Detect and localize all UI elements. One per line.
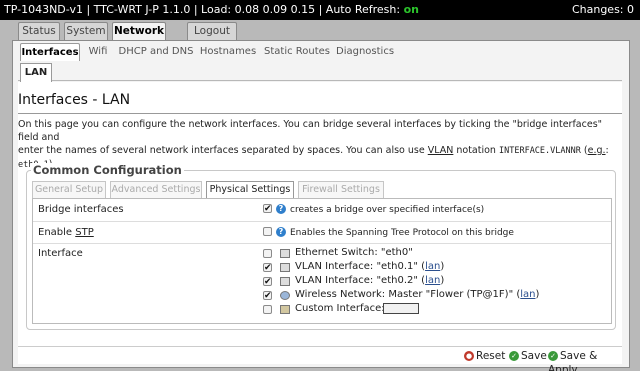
tab-firewall-settings[interactable]: Firewall Settings: [298, 181, 384, 198]
interface-checkbox-eth0-1[interactable]: ✔: [263, 263, 272, 273]
save-apply-icon: ✓: [548, 351, 558, 361]
interface-checkbox-wireless[interactable]: ✔: [263, 291, 272, 301]
content-area: Interfaces - LAN On this page you can co…: [18, 82, 622, 371]
tab-logout[interactable]: Logout: [187, 22, 237, 40]
stp-abbr: STP: [75, 227, 94, 238]
description-line: On this page you can configure the netwo…: [18, 119, 603, 143]
router-info: TP-1043ND-v1 | TTC-WRT J-P 1.1.0 | Load:…: [4, 3, 404, 16]
network-tabs: Interfaces Wifi DHCP and DNS Hostnames S…: [18, 43, 618, 61]
bridge-interfaces-label: Bridge interfaces: [38, 204, 124, 215]
interface-text: ): [535, 289, 540, 300]
ethernet-switch-icon: [280, 249, 290, 258]
wireless-icon: [280, 291, 290, 300]
section-legend: Common Configuration: [31, 163, 184, 177]
tab-network[interactable]: Network: [112, 22, 166, 41]
interface-checkbox-custom[interactable]: [263, 305, 272, 314]
save-apply-button[interactable]: ✓ Save & Apply: [548, 349, 622, 371]
changes-counter[interactable]: Changes: 0: [572, 0, 634, 20]
vlan-icon: [280, 277, 290, 286]
eg-abbr: e.g.: [587, 145, 606, 156]
enable-stp-label: Enable STP: [38, 227, 94, 238]
interface-label: Interface: [38, 248, 83, 259]
bridge-hint: creates a bridge over specified interfac…: [290, 205, 485, 215]
page-title: Interfaces - LAN: [18, 92, 622, 114]
save-icon: ✓: [509, 351, 519, 361]
auto-refresh-toggle[interactable]: on: [404, 3, 419, 16]
tab-hostnames[interactable]: Hostnames: [198, 43, 258, 61]
help-icon: ?: [276, 227, 286, 237]
help-icon: ?: [276, 204, 286, 214]
reset-icon: ●: [464, 351, 474, 361]
status-bar: TP-1043ND-v1 | TTC-WRT J-P 1.1.0 | Load:…: [0, 0, 640, 20]
interface-label-custom: Custom Interface:: [295, 303, 385, 314]
tab-system[interactable]: System: [64, 22, 108, 40]
interface-checkbox-eth0-2[interactable]: ✔: [263, 277, 272, 287]
enable-stp-row: Enable STP ? Enables the Spanning Tree P…: [33, 221, 611, 243]
tab-lan[interactable]: LAN: [20, 63, 52, 82]
interface-label-wireless: Wireless Network: Master "Flower (TP@1F)…: [295, 289, 539, 300]
interface-text: VLAN Interface: "eth0.2" (: [295, 275, 426, 286]
lan-link[interactable]: lan: [425, 275, 440, 286]
custom-interface-input[interactable]: [383, 303, 419, 314]
action-bar: ● Reset ✓ Save ✓ Save & Apply: [18, 346, 622, 371]
bridge-interfaces-checkbox[interactable]: ✔: [263, 204, 272, 214]
enable-stp-prefix: Enable: [38, 227, 76, 238]
tab-status[interactable]: Status: [18, 22, 60, 40]
interface-text: VLAN Interface: "eth0.1" (: [295, 261, 426, 272]
description-text: (: [580, 145, 588, 156]
tab-dhcp-dns[interactable]: DHCP and DNS: [118, 43, 194, 61]
save-label: Save: [521, 350, 547, 362]
save-button[interactable]: ✓ Save: [509, 349, 547, 363]
enable-stp-checkbox[interactable]: [263, 227, 272, 236]
reset-label: Reset: [476, 350, 506, 362]
interface-checkbox-eth0[interactable]: [263, 249, 272, 258]
description-line: enter the names of several network inter…: [18, 144, 622, 158]
tab-advanced-settings[interactable]: Advanced Settings: [110, 181, 202, 198]
interface-text: ): [440, 275, 445, 286]
interface-label-eth0-1: VLAN Interface: "eth0.1" (lan): [295, 261, 444, 272]
tab-static-routes[interactable]: Static Routes: [264, 43, 330, 61]
interface-label-eth0: Ethernet Switch: "eth0": [295, 247, 413, 258]
interface-tabs: LAN: [18, 61, 622, 82]
bridge-interfaces-row: Bridge interfaces ✔ ? creates a bridge o…: [33, 199, 611, 221]
main-tabs: Status System Network Logout: [0, 22, 640, 41]
description-text: enter the names of several network inter…: [18, 145, 428, 156]
tab-interfaces[interactable]: Interfaces: [20, 43, 80, 61]
lan-link[interactable]: lan: [425, 261, 440, 272]
vlan-icon: [280, 263, 290, 272]
tab-physical-settings[interactable]: Physical Settings: [206, 181, 294, 198]
stp-hint: Enables the Spanning Tree Protocol on th…: [290, 228, 514, 238]
interface-row: Interface Ethernet Switch: "eth0" ✔ VLAN…: [33, 243, 611, 325]
reset-button[interactable]: ● Reset: [464, 349, 505, 363]
description-text: :: [605, 145, 609, 156]
physical-settings-panel: Bridge interfaces ✔ ? creates a bridge o…: [32, 198, 612, 324]
tab-diagnostics[interactable]: Diagnostics: [336, 43, 394, 61]
tab-general-setup[interactable]: General Setup: [32, 181, 106, 198]
interface-text: Wireless Network: Master "Flower (TP@1F)…: [295, 289, 521, 300]
interface-text: ): [440, 261, 445, 272]
vlan-notation: INTERFACE.VLANNR: [498, 146, 581, 156]
config-subtabs: General Setup Advanced Settings Physical…: [32, 181, 612, 198]
vlan-abbr: VLAN: [427, 145, 454, 156]
interface-label-eth0-2: VLAN Interface: "eth0.2" (lan): [295, 275, 444, 286]
description-text: notation: [453, 145, 499, 156]
custom-interface-icon: [280, 305, 290, 314]
tab-wifi[interactable]: Wifi: [84, 43, 112, 61]
lan-link[interactable]: lan: [520, 289, 535, 300]
